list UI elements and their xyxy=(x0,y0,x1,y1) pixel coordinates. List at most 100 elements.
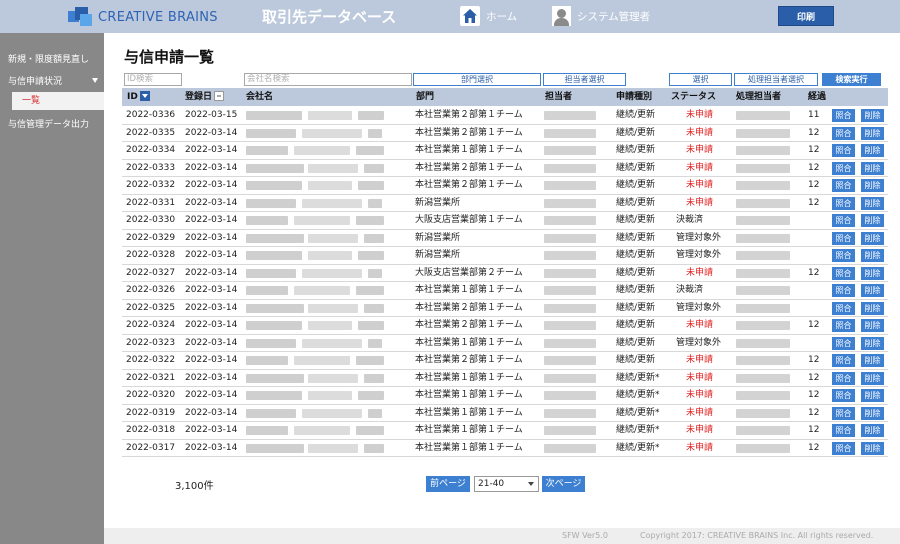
match-button[interactable]: 照合 xyxy=(832,354,855,367)
sidebar-item-new-limit-review[interactable]: 新規・限度額見直し xyxy=(0,52,104,65)
delete-button[interactable]: 削除 xyxy=(861,231,884,245)
table-row[interactable]: 2022-0321 2022-03-14 本社営業第１部第１チーム 継続/更新* 未申請… xyxy=(122,370,888,387)
user-menu[interactable]: システム管理者 xyxy=(552,6,650,26)
redacted-handler xyxy=(736,216,790,225)
delete-button[interactable]: 削除 xyxy=(861,109,884,122)
delete-button[interactable]: 削除 xyxy=(861,371,884,385)
cell-dept: 本社営業第１部第１チーム xyxy=(415,442,523,453)
delete-button[interactable]: 削除 xyxy=(861,406,884,420)
table-row[interactable]: 2022-0327 2022-03-14 大阪支店営業部第２チーム 継続/更新 未申請 1… xyxy=(122,265,888,282)
delete-button[interactable]: 削除 xyxy=(861,196,884,210)
table-row[interactable]: 2022-0319 2022-03-14 本社営業第１部第１チーム 継続/更新* 未申請… xyxy=(122,405,888,422)
table-row[interactable]: 2022-0325 2022-03-14 本社営業第２部第１チーム 継続/更新 管理対象… xyxy=(122,300,888,317)
cell-dept: 本社営業第２部第１チーム xyxy=(415,162,523,173)
match-button[interactable]: 照合 xyxy=(832,319,855,332)
match-button[interactable]: 照合 xyxy=(832,109,855,122)
company-search-input[interactable]: 会社名検索 xyxy=(244,73,412,86)
table-row[interactable]: 2022-0317 2022-03-14 本社営業第１部第１チーム 継続/更新* 未申請… xyxy=(122,440,888,457)
redacted-owner xyxy=(544,373,596,383)
column-header-id[interactable]: ID xyxy=(127,88,150,106)
match-button[interactable]: 照合 xyxy=(832,196,855,210)
status-select-button[interactable]: 選択 xyxy=(669,73,732,86)
match-button[interactable]: 照合 xyxy=(832,266,855,280)
match-button[interactable]: 照合 xyxy=(832,144,855,157)
match-button[interactable]: 照合 xyxy=(832,301,855,315)
sidebar-item-credit-data-export[interactable]: 与信管理データ出力 xyxy=(0,117,104,130)
match-button[interactable]: 照合 xyxy=(832,214,855,227)
match-button[interactable]: 照合 xyxy=(832,161,855,175)
table-row[interactable]: 2022-0320 2022-03-14 本社営業第１部第１チーム 継続/更新* 未申請… xyxy=(122,387,888,405)
redacted-company-name xyxy=(294,426,350,435)
print-button[interactable]: 印刷 xyxy=(778,6,834,26)
page-range-select[interactable]: 21-40 xyxy=(474,476,539,492)
cell-type: 継続/更新* xyxy=(616,425,660,435)
delete-button[interactable]: 削除 xyxy=(861,249,884,262)
cell-dept: 本社営業第１部第１チーム xyxy=(415,337,523,348)
delete-button[interactable]: 削除 xyxy=(861,389,884,402)
delete-button[interactable]: 削除 xyxy=(861,424,884,437)
match-button[interactable]: 照合 xyxy=(832,389,855,402)
table-row[interactable]: 2022-0329 2022-03-14 新潟営業所 継続/更新 管理対象外 照合 削除 xyxy=(122,230,888,247)
delete-button[interactable]: 削除 xyxy=(861,144,884,157)
match-button[interactable]: 照合 xyxy=(832,284,855,297)
match-button[interactable]: 照合 xyxy=(832,231,855,245)
delete-button[interactable]: 削除 xyxy=(861,161,884,175)
match-button[interactable]: 照合 xyxy=(832,336,855,350)
redacted-company-name xyxy=(302,198,362,208)
cell-date: 2022-03-14 xyxy=(185,390,238,400)
cell-id: 2022-0323 xyxy=(126,337,176,348)
match-button[interactable]: 照合 xyxy=(832,249,855,262)
delete-button[interactable]: 削除 xyxy=(861,301,884,315)
table-row[interactable]: 2022-0335 2022-03-14 本社営業第２部第１チーム 継続/更新 未申請 1… xyxy=(122,125,888,142)
table-row[interactable]: 2022-0322 2022-03-14 本社営業第２部第１チーム 継続/更新 未申請 1… xyxy=(122,352,888,370)
sort-toggle-icon[interactable] xyxy=(214,90,225,101)
match-button[interactable]: 照合 xyxy=(832,441,855,455)
table-row[interactable]: 2022-0328 2022-03-14 新潟営業所 継続/更新 管理対象外 照合 削除 xyxy=(122,247,888,265)
search-execute-button[interactable]: 検索実行 xyxy=(822,73,881,86)
match-button[interactable]: 照合 xyxy=(832,179,855,192)
dept-select-button[interactable]: 部門選択 xyxy=(413,73,541,86)
prev-page-button[interactable]: 前ページ xyxy=(426,476,470,492)
redacted-company-name xyxy=(246,111,302,120)
owner-select-button[interactable]: 担当者選択 xyxy=(543,73,626,86)
sort-desc-icon[interactable] xyxy=(139,90,150,101)
redacted-company-name xyxy=(308,391,352,400)
table-row[interactable]: 2022-0326 2022-03-14 本社営業第１部第１チーム 継続/更新 決裁済 照… xyxy=(122,282,888,300)
table-row[interactable]: 2022-0331 2022-03-14 新潟営業所 継続/更新 未申請 12 照合 削除 xyxy=(122,195,888,212)
delete-button[interactable]: 削除 xyxy=(861,354,884,367)
table-row[interactable]: 2022-0330 2022-03-14 大阪支店営業部第１チーム 継続/更新 決裁済 照… xyxy=(122,212,888,230)
table-row[interactable]: 2022-0324 2022-03-14 本社営業第２部第１チーム 継続/更新 未申請 1… xyxy=(122,317,888,335)
redacted-owner xyxy=(544,251,596,260)
home-link[interactable]: ホーム xyxy=(460,6,517,26)
delete-button[interactable]: 削除 xyxy=(861,179,884,192)
match-button[interactable]: 照合 xyxy=(832,126,855,140)
sidebar-item-credit-status[interactable]: 与信申請状況 xyxy=(0,74,104,87)
delete-button[interactable]: 削除 xyxy=(861,441,884,455)
cell-type: 継続/更新 xyxy=(616,337,656,348)
table-row[interactable]: 2022-0336 2022-03-15 本社営業第２部第１チーム 継続/更新 未申請 1… xyxy=(122,107,888,125)
delete-button[interactable]: 削除 xyxy=(861,214,884,227)
next-page-button[interactable]: 次ページ xyxy=(542,476,585,492)
column-header-date[interactable]: 登録日 xyxy=(185,88,225,106)
creative-brains-logo[interactable]: CREATIVE BRAINS xyxy=(66,7,218,27)
match-button[interactable]: 照合 xyxy=(832,371,855,385)
delete-button[interactable]: 削除 xyxy=(861,266,884,280)
delete-button[interactable]: 削除 xyxy=(861,319,884,332)
table-row[interactable]: 2022-0333 2022-03-14 本社営業第２部第１チーム 継続/更新 未申請 1… xyxy=(122,160,888,177)
delete-button[interactable]: 削除 xyxy=(861,126,884,140)
match-button[interactable]: 照合 xyxy=(832,406,855,420)
table-row[interactable]: 2022-0334 2022-03-14 本社営業第１部第１チーム 継続/更新 未申請 1… xyxy=(122,142,888,160)
sidebar: 新規・限度額見直し 与信申請状況 一覧 与信管理データ出力 xyxy=(0,33,104,544)
table-row[interactable]: 2022-0332 2022-03-14 本社営業第２部第１チーム 継続/更新 未申請 1… xyxy=(122,177,888,195)
table-row[interactable]: 2022-0318 2022-03-14 本社営業第１部第１チーム 継続/更新* 未申請… xyxy=(122,422,888,440)
match-button[interactable]: 照合 xyxy=(832,424,855,437)
delete-button[interactable]: 削除 xyxy=(861,284,884,297)
sidebar-subitem-list[interactable]: 一覧 xyxy=(12,92,104,110)
redacted-company-name xyxy=(364,443,384,453)
id-search-input[interactable]: ID検索 xyxy=(124,73,182,86)
delete-button[interactable]: 削除 xyxy=(861,336,884,350)
footer-version: SFW Ver5.0 xyxy=(562,531,608,540)
cell-dept: 本社営業第２部第１チーム xyxy=(415,180,523,190)
table-row[interactable]: 2022-0323 2022-03-14 本社営業第１部第１チーム 継続/更新 管理対象… xyxy=(122,335,888,352)
handler-select-button[interactable]: 処理担当者選択 xyxy=(734,73,818,86)
